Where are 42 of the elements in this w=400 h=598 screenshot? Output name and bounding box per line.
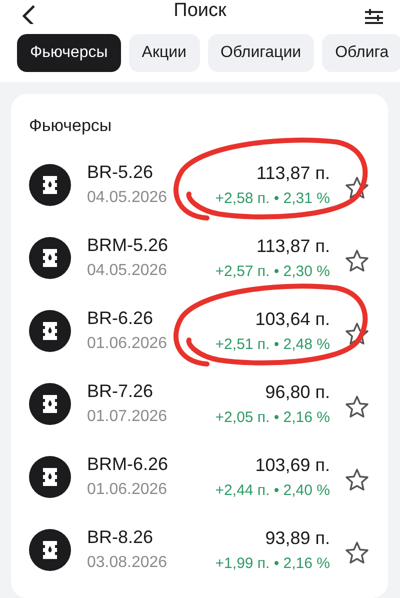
price: 103,64 п. [255,308,330,330]
price: 113,87 п. [256,236,330,256]
category-tab[interactable]: Фьючерсы [17,34,121,72]
price: 93,89 п. [265,528,330,548]
expiry-date: 03.08.2026 [87,554,168,572]
favorite-star-icon[interactable] [344,174,370,200]
ticker-name[interactable]: BR-6.26 [87,308,216,329]
ticker-name[interactable]: BRM-5.26 [87,235,216,256]
favorite-star-icon[interactable] [344,466,370,492]
price-change: +1,99 п. • 2,16 % [215,554,330,572]
section-title: Фьючерсы [29,116,113,136]
barrel-icon [29,164,71,206]
barrel-icon [29,528,71,570]
expiry-date: 01.06.2026 [87,481,168,499]
price-change: +2,58 п. • 2,31 % [215,190,330,206]
price-change: +2,51 п. • 2,48 % [215,336,330,352]
barrel-icon [29,382,71,424]
ticker-name[interactable]: BRM-6.26 [87,454,216,475]
favorite-star-icon[interactable] [344,540,370,566]
expiry-date: 01.06.2026 [87,335,168,353]
favorite-star-icon[interactable] [344,248,370,274]
price: 96,80 п. [265,382,330,402]
barrel-icon [29,236,71,278]
ticker-name[interactable]: BR-7.26 [87,381,216,402]
category-tab[interactable]: Облигации [208,34,314,72]
barrel-icon [29,456,71,498]
barrel-icon [29,310,71,352]
favorite-star-icon[interactable] [344,394,370,420]
expiry-date: 01.07.2026 [87,408,168,426]
ticker-name[interactable]: BR-8.26 [87,527,216,548]
price-change: +2,05 п. • 2,16 % [215,408,330,426]
price: 103,69 п. [255,454,330,476]
expiry-date: 04.05.2026 [87,189,168,207]
category-tab[interactable]: Облига [322,34,400,72]
price-change: +2,44 п. • 2,40 % [215,482,330,498]
ticker-name[interactable]: BR-5.26 [87,162,216,183]
category-tab[interactable]: Акции [128,34,200,72]
favorite-star-icon[interactable] [344,320,370,346]
expiry-date: 04.05.2026 [87,262,168,280]
screen-title: Поиск [174,0,226,22]
price: 113,87 п. [256,162,330,184]
price-change: +2,57 п. • 2,30 % [215,262,330,280]
